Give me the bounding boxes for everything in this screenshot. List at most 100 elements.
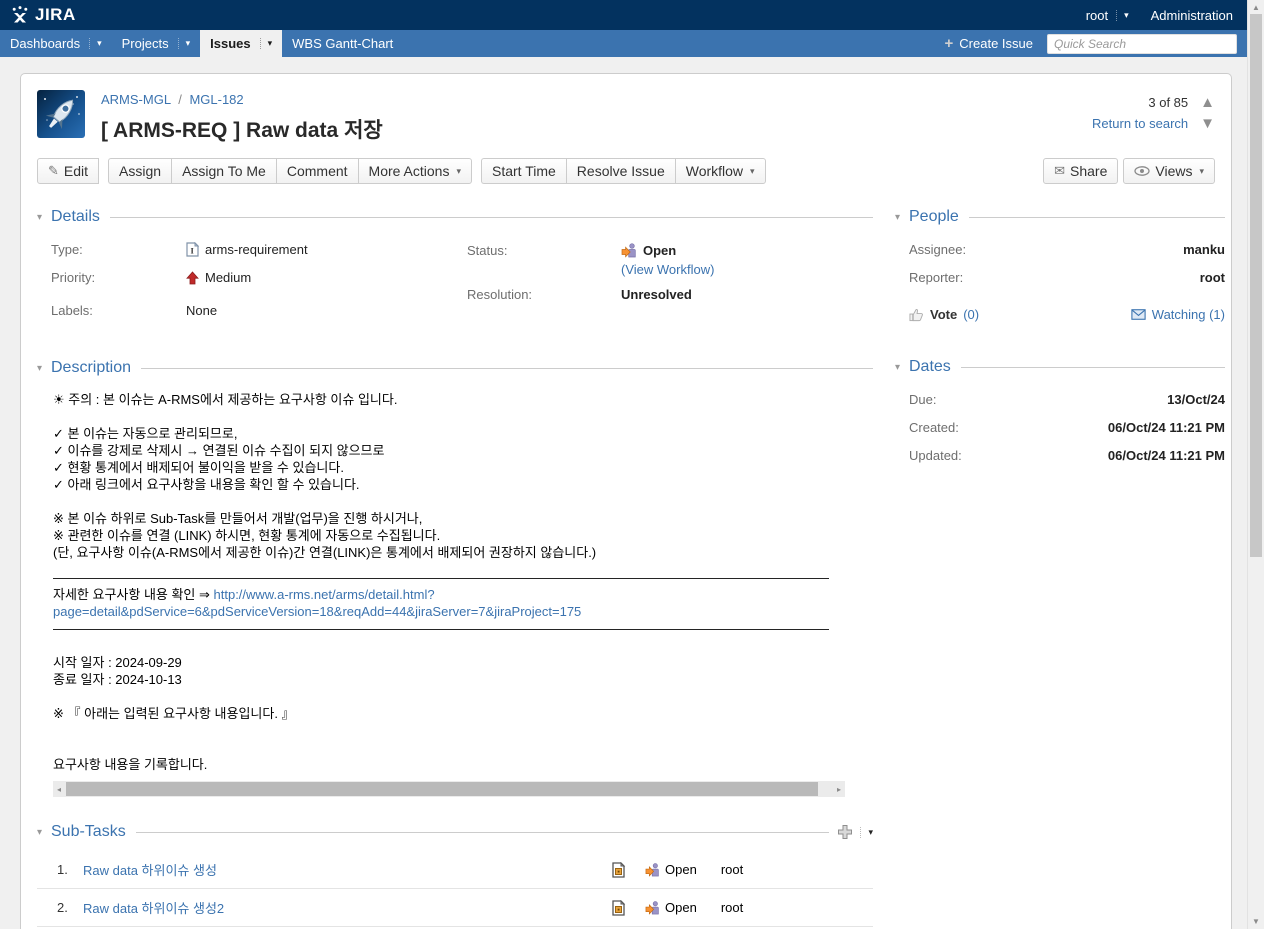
description-para-quote: ※ 『 아래는 입력된 요구사항 내용입니다. 』 [53, 705, 829, 722]
top-header-bar: JIRA root ▾ Administration [0, 0, 1247, 30]
priority-label: Priority: [51, 270, 186, 285]
collapse-icon[interactable]: ▾ [37, 212, 51, 223]
resolution-label: Resolution: [467, 287, 621, 302]
eye-icon [1134, 166, 1150, 176]
created-value: 06/Oct/24 11:21 PM [1108, 420, 1225, 435]
labels-label: Labels: [51, 303, 186, 318]
thumbs-up-icon [909, 307, 924, 322]
details-section: ▾ Details Type: [37, 208, 873, 331]
views-button[interactable]: Views ▾ [1123, 158, 1215, 184]
description-heading: Description [51, 359, 131, 377]
issue-panel: ARMS-MGL / MGL-182 [ ARMS-REQ ] Raw data… [20, 73, 1232, 929]
status-open-icon [621, 242, 637, 258]
requirement-detail-link-continued[interactable]: page=detail&pdService=6&pdServiceVersion… [53, 604, 581, 619]
nav-wbs-gantt-chart[interactable]: WBS Gantt-Chart [282, 30, 403, 57]
resolution-value: Unresolved [621, 287, 692, 302]
section-divider [110, 217, 873, 218]
subtask-status: Open [665, 900, 697, 915]
due-value: 13/Oct/24 [1167, 392, 1225, 407]
description-dash-divider: ————————————————————————————————————————… [53, 569, 829, 586]
status-label: Status: [467, 243, 621, 258]
type-label: Type: [51, 242, 186, 257]
subtask-options-icon[interactable]: ▾ [860, 827, 873, 838]
plus-icon: + [945, 35, 954, 52]
watching-link[interactable]: Watching (1) [1152, 307, 1225, 322]
subtask-assignee: root [721, 900, 743, 915]
subtask-assignee: root [721, 862, 743, 877]
resolve-issue-button[interactable]: Resolve Issue [566, 158, 675, 184]
vote-count-link[interactable]: (0) [963, 307, 979, 322]
jira-logo[interactable]: JIRA [10, 5, 76, 25]
scroll-right-icon[interactable]: ▸ [833, 781, 845, 797]
nav-dashboards[interactable]: Dashboards ▾ [0, 30, 112, 57]
jira-logo-text: JIRA [35, 5, 76, 25]
chevron-down-icon: ▾ [1199, 166, 1204, 177]
description-horizontal-scrollbar[interactable]: ◂ ▸ [53, 781, 845, 797]
description-body: ☀ 주의 : 본 이슈는 A-RMS에서 제공하는 요구사항 이슈 입니다. ✓… [37, 391, 829, 797]
assign-to-me-button[interactable]: Assign To Me [171, 158, 276, 184]
collapse-icon[interactable]: ▾ [37, 827, 51, 838]
jira-logo-icon [10, 5, 30, 25]
section-divider [969, 217, 1225, 218]
description-dash-divider: ————————————————————————————————————————… [53, 620, 829, 637]
nav-issues[interactable]: Issues ▾ [200, 30, 282, 57]
breadcrumb-issue-key-link[interactable]: MGL-182 [189, 92, 243, 107]
share-button[interactable]: ✉ Share [1043, 158, 1118, 184]
next-issue-icon[interactable]: ▼ [1200, 116, 1215, 131]
collapse-icon[interactable]: ▾ [895, 212, 909, 223]
people-heading: People [909, 208, 959, 226]
create-issue-button[interactable]: + Create Issue [945, 35, 1033, 52]
description-para-dates: 시작 일자 : 2024-09-29 종료 일자 : 2024-10-13 [53, 654, 829, 688]
edit-button[interactable]: ✎ Edit [37, 158, 99, 184]
details-heading: Details [51, 208, 100, 226]
add-subtask-button[interactable] [837, 824, 853, 840]
scroll-down-icon[interactable]: ▼ [1248, 917, 1264, 926]
watch-envelope-icon [1131, 309, 1146, 320]
start-time-button[interactable]: Start Time [481, 158, 566, 184]
section-divider [141, 368, 873, 369]
nav-projects[interactable]: Projects ▾ [112, 30, 201, 57]
priority-medium-icon [186, 271, 199, 285]
description-para-content: 요구사항 내용을 기록합니다. [53, 756, 829, 773]
more-actions-button[interactable]: More Actions ▾ [358, 158, 472, 184]
subtask-title-link[interactable]: Raw data 하위이슈 생성2 [83, 898, 611, 917]
previous-issue-icon[interactable]: ▲ [1200, 95, 1215, 110]
section-divider [961, 367, 1225, 368]
comment-button[interactable]: Comment [276, 158, 358, 184]
type-value: arms-requirement [205, 242, 308, 257]
page-title: [ ARMS-REQ ] Raw data 저장 [101, 114, 383, 144]
collapse-icon[interactable]: ▾ [895, 362, 909, 373]
return-to-search-link[interactable]: Return to search [1092, 116, 1188, 131]
section-divider [136, 832, 830, 833]
chevron-down-icon: ▾ [750, 166, 755, 177]
watching-control[interactable]: Watching (1) [1131, 307, 1225, 322]
reporter-label: Reporter: [909, 270, 963, 285]
breadcrumb-project-link[interactable]: ARMS-MGL [101, 92, 171, 107]
page-vertical-scrollbar[interactable]: ▲ ▼ [1247, 0, 1264, 929]
description-para-checks: ✓ 본 이슈는 자동으로 관리되므로, ✓ 이슈를 강제로 삭제시 → 연결된 … [53, 425, 829, 493]
chevron-down-icon: ▾ [89, 38, 102, 49]
subtask-row: 2. Raw data 하위이슈 생성2 [37, 889, 873, 927]
scroll-up-icon[interactable]: ▲ [1248, 3, 1264, 12]
vote-control[interactable]: Vote (0) [909, 307, 979, 322]
vote-label: Vote [930, 307, 957, 322]
horizontal-scrollbar-thumb[interactable] [66, 782, 818, 796]
view-workflow-link[interactable]: (View Workflow) [621, 262, 714, 277]
administration-link[interactable]: Administration [1151, 8, 1233, 23]
issue-type-icon: I [186, 242, 199, 257]
status-open-icon [645, 900, 660, 915]
user-name: root [1086, 8, 1108, 23]
quick-search-input[interactable] [1047, 34, 1237, 54]
workflow-button[interactable]: Workflow ▾ [675, 158, 766, 184]
requirement-detail-link[interactable]: http://www.a-rms.net/arms/detail.html? [214, 587, 435, 602]
collapse-icon[interactable]: ▾ [37, 363, 51, 374]
vertical-scrollbar-thumb[interactable] [1250, 14, 1262, 557]
assign-button[interactable]: Assign [108, 158, 171, 184]
breadcrumb-separator: / [178, 92, 182, 107]
scroll-left-icon[interactable]: ◂ [53, 781, 65, 797]
user-menu[interactable]: root ▾ [1086, 8, 1129, 23]
description-para-guide: ※ 본 이슈 하위로 Sub-Task를 만들어서 개발(업무)을 진행 하시거… [53, 510, 829, 561]
breadcrumb: ARMS-MGL / MGL-182 [101, 92, 383, 107]
subtask-title-link[interactable]: Raw data 하위이슈 생성 [83, 860, 611, 879]
reporter-value: root [1200, 270, 1225, 285]
